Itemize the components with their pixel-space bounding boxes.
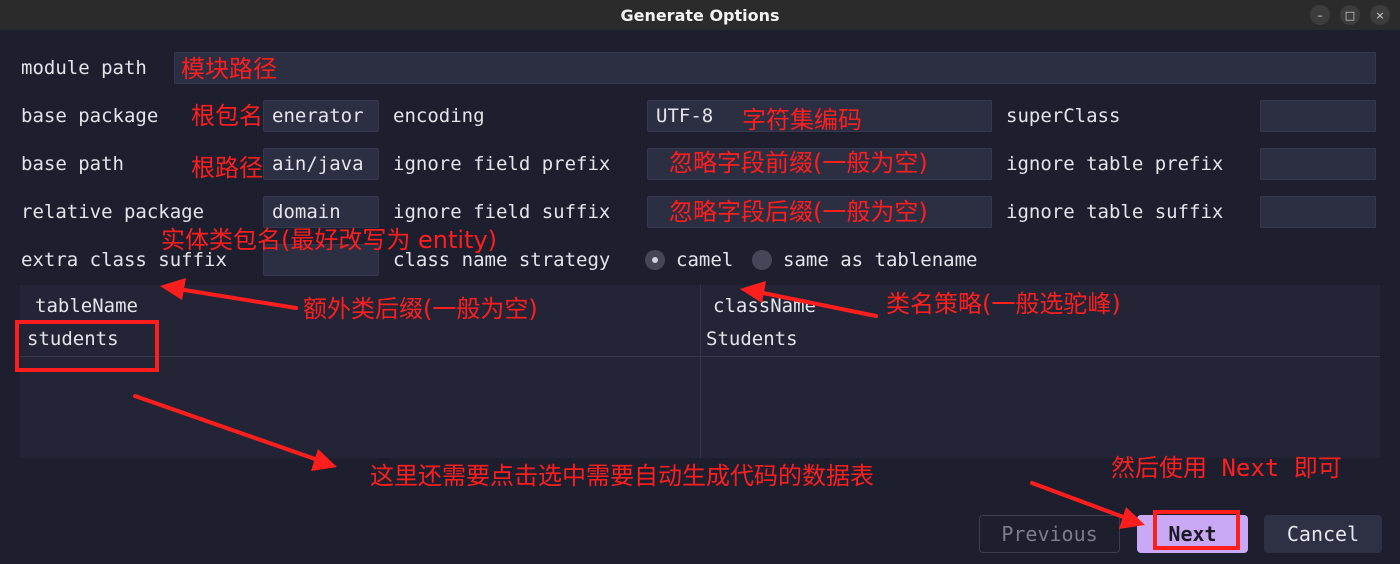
- arrow-extra-class-suffix: [176, 287, 298, 310]
- arrow-head-class-name-strategy: [740, 281, 766, 303]
- arrow-next: [1030, 481, 1128, 520]
- arrow-select-table: [133, 394, 320, 462]
- arrow-head-select-table: [311, 449, 337, 471]
- arrow-head-extra-class-suffix: [160, 278, 186, 300]
- arrow-class-name-strategy: [756, 290, 878, 318]
- annotation-arrows: [133, 278, 1145, 529]
- arrow-head-next: [1119, 507, 1145, 529]
